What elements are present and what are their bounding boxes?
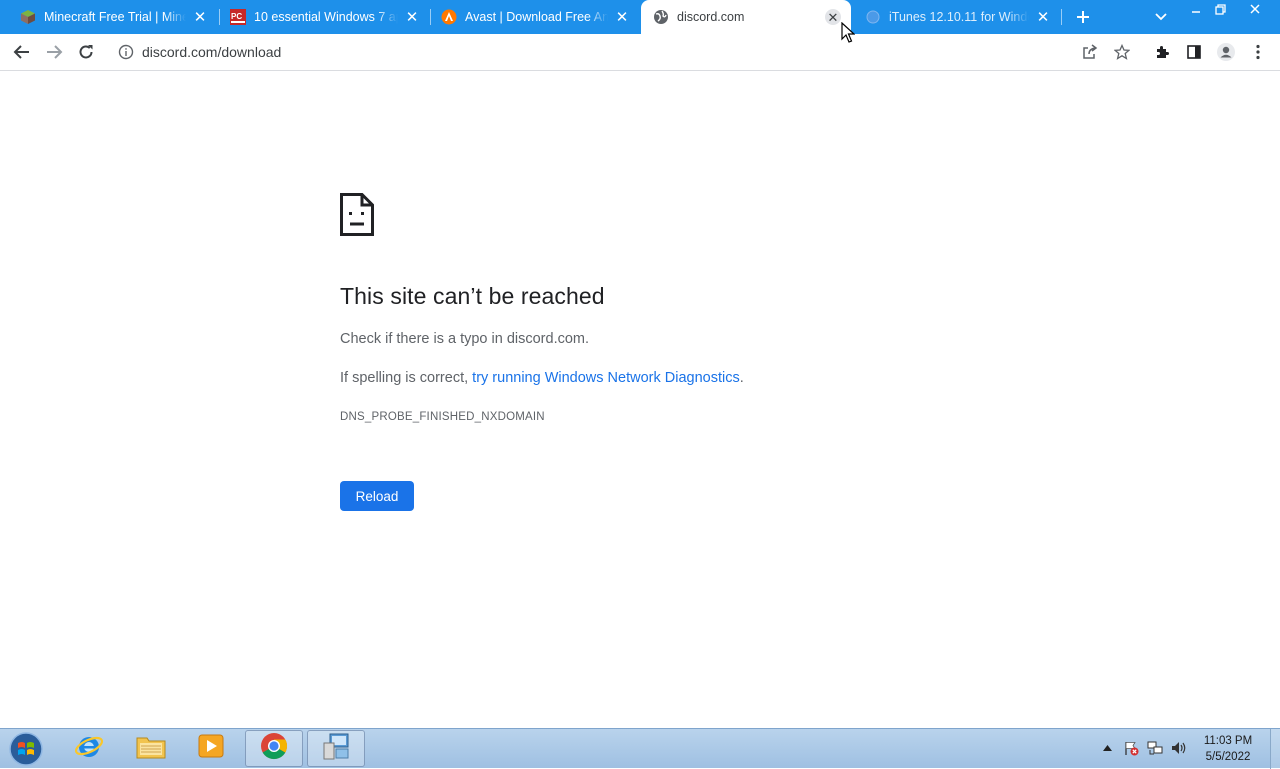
chrome-icon xyxy=(259,731,289,766)
url-text: discord.com/download xyxy=(142,44,282,60)
globe-icon xyxy=(653,9,669,25)
system-clock[interactable]: 11:03 PM 5/5/2022 xyxy=(1196,733,1260,765)
taskbar-control-panel[interactable] xyxy=(307,730,365,767)
network-diagnostics-link[interactable]: try running Windows Network Diagnostics xyxy=(472,370,740,386)
tab-discord[interactable]: discord.com ✕ xyxy=(641,0,851,34)
restore-button[interactable] xyxy=(1207,0,1233,18)
diagnostics-suffix: . xyxy=(739,370,744,386)
share-icon[interactable] xyxy=(1078,40,1102,64)
taskbar-file-explorer[interactable] xyxy=(122,730,180,767)
diagnostics-prefix: If spelling is correct, xyxy=(340,370,473,386)
forward-button[interactable] xyxy=(42,40,66,64)
tab-title: Avast | Download Free Antivirus xyxy=(465,10,608,24)
typo-hint: Check if there is a typo in discord.com. xyxy=(340,331,590,347)
start-button[interactable] xyxy=(6,731,46,767)
clock-time: 11:03 PM xyxy=(1203,735,1253,747)
bookmark-star-icon[interactable] xyxy=(1110,40,1134,64)
close-tab-icon[interactable]: ✕ xyxy=(825,9,841,25)
reload-toolbar-button[interactable] xyxy=(74,40,98,64)
tab-strip: Minecraft Free Trial | Minecraft ✕ PC 10… xyxy=(0,0,1280,34)
avast-icon xyxy=(441,9,457,25)
show-desktop-button[interactable] xyxy=(1270,729,1280,769)
error-code: DNS_PROBE_FINISHED_NXDOMAIN xyxy=(340,411,545,423)
tab-search-chevron-icon[interactable] xyxy=(1150,6,1172,28)
tab-avast[interactable]: Avast | Download Free Antivirus ✕ xyxy=(421,0,640,34)
tab-title: Minecraft Free Trial | Minecraft xyxy=(44,10,186,24)
taskbar-internet-explorer[interactable] xyxy=(60,730,118,767)
pcgamer-icon: PC xyxy=(230,9,246,25)
new-tab-button[interactable] xyxy=(1072,6,1094,28)
close-tab-icon[interactable]: ✕ xyxy=(1035,9,1051,25)
reload-button[interactable]: Reload xyxy=(340,481,414,511)
error-page: This site can’t be reached Check if ther… xyxy=(0,72,1280,728)
side-panel-icon[interactable] xyxy=(1182,40,1206,64)
taskbar-chrome[interactable] xyxy=(245,730,303,767)
media-player-icon xyxy=(196,732,226,765)
control-panel-icon xyxy=(320,731,352,766)
clock-date: 5/5/2022 xyxy=(1205,751,1251,763)
show-hidden-icons-chevron-icon[interactable] xyxy=(1097,737,1117,759)
internet-explorer-icon xyxy=(74,731,104,766)
close-tab-icon[interactable]: ✕ xyxy=(404,9,420,25)
minecraft-icon xyxy=(20,9,36,25)
diagnostics-hint: If spelling is correct, try running Wind… xyxy=(340,370,744,386)
close-tab-icon[interactable]: ✕ xyxy=(614,9,630,25)
tab-title: iTunes 12.10.11 for Windows xyxy=(889,10,1029,24)
profile-avatar-icon[interactable] xyxy=(1214,40,1238,64)
file-explorer-icon xyxy=(135,732,167,765)
address-bar[interactable]: discord.com/download xyxy=(108,36,1148,68)
sad-document-icon xyxy=(340,193,374,236)
tab-separator xyxy=(1061,9,1062,25)
menu-kebab-icon[interactable] xyxy=(1246,40,1270,64)
extensions-puzzle-icon[interactable] xyxy=(1150,40,1174,64)
tab-title: 10 essential Windows 7 apps xyxy=(254,10,398,24)
windows-taskbar: 11:03 PM 5/5/2022 xyxy=(0,728,1280,769)
svg-text:PC: PC xyxy=(231,12,242,21)
tab-title: discord.com xyxy=(677,10,745,24)
back-button[interactable] xyxy=(10,40,34,64)
info-icon[interactable] xyxy=(118,44,134,60)
tab-windows7-apps[interactable]: PC 10 essential Windows 7 apps ✕ xyxy=(210,0,430,34)
network-icon[interactable] xyxy=(1145,737,1165,759)
error-title: This site can’t be reached xyxy=(340,283,605,309)
close-window-button[interactable] xyxy=(1240,0,1270,18)
action-center-flag-icon[interactable] xyxy=(1121,737,1141,759)
mouse-cursor-icon xyxy=(841,21,856,44)
close-tab-icon[interactable]: ✕ xyxy=(192,9,208,25)
tab-minecraft[interactable]: Minecraft Free Trial | Minecraft ✕ xyxy=(0,0,218,34)
itunes-icon xyxy=(865,9,881,25)
taskbar-media-player[interactable] xyxy=(182,730,240,767)
browser-toolbar: discord.com/download xyxy=(0,34,1280,71)
minimize-button[interactable] xyxy=(1183,0,1209,18)
tab-itunes[interactable]: iTunes 12.10.11 for Windows ✕ xyxy=(851,0,1061,34)
volume-speaker-icon[interactable] xyxy=(1169,737,1189,759)
